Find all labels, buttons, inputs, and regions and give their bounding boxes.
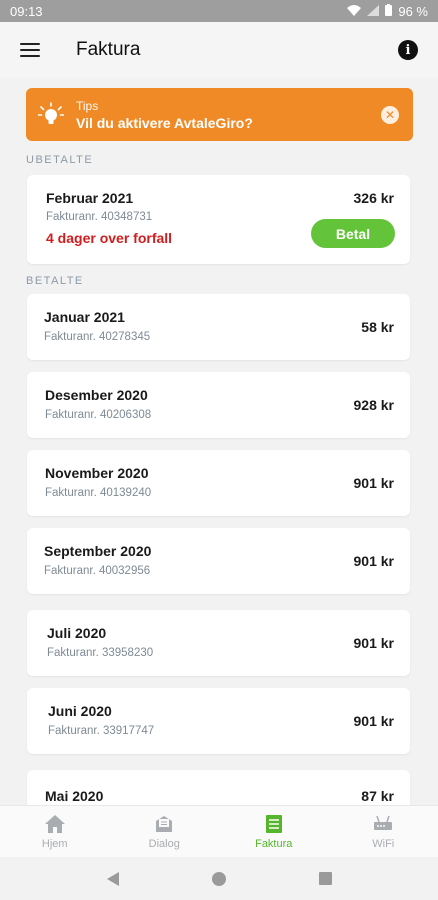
home-button-icon[interactable] [199,864,239,894]
invoice-icon [265,814,282,833]
invoice-number: Fakturanr. 40139240 [45,487,152,499]
recents-icon[interactable] [305,864,345,894]
bottom-navigation: Hjem Dialog Faktura WiFi [0,805,438,857]
wifi-signal-icon [347,4,362,19]
lightbulb-icon [38,101,64,124]
tips-label: Tips [76,98,99,113]
nav-item-home[interactable]: Hjem [0,806,110,857]
status-bar: 09:13 96 % [0,0,438,22]
invoice-month: Juni 2020 [48,703,112,719]
dialog-icon [156,815,173,832]
home-icon [44,814,65,833]
overdue-status: 4 dager over forfall [46,230,173,246]
nav-label: WiFi [372,837,395,850]
nav-item-dialog[interactable]: Dialog [110,806,220,857]
invoice-number: Fakturanr. 33917747 [48,725,155,737]
section-paid: BETALTE [26,275,84,287]
invoice-amount: 326 kr [353,190,394,206]
back-icon[interactable] [93,864,133,894]
cell-signal-icon [367,4,380,19]
pay-button[interactable]: Betal [311,219,395,248]
paid-invoice-card[interactable]: Juli 2020 Fakturanr. 33958230 901 kr [27,610,410,676]
menu-icon[interactable] [20,43,40,57]
invoice-number: Fakturanr. 33958230 [47,647,154,659]
invoice-amount: 901 kr [353,635,394,651]
invoice-month: Februar 2021 [46,190,134,206]
page-title: Faktura [76,39,141,60]
invoice-number: Fakturanr. 40278345 [44,331,151,343]
invoice-month: Januar 2021 [44,309,125,325]
invoice-number: Fakturanr. 40032956 [44,565,151,577]
paid-invoice-card[interactable]: Desember 2020 Fakturanr. 40206308 928 kr [27,372,410,438]
tips-message: Vil du aktivere AvtaleGiro? [76,114,253,131]
paid-invoice-card[interactable]: Juni 2020 Fakturanr. 33917747 901 kr [27,688,410,754]
invoice-month: Mai 2020 [45,788,104,804]
invoice-amount: 901 kr [353,475,394,491]
unpaid-invoice-card[interactable]: Februar 2021 Fakturanr. 40348731 326 kr … [27,175,410,264]
info-icon[interactable]: i [398,40,418,60]
invoice-amount: 901 kr [353,713,394,729]
invoice-month: November 2020 [45,465,149,481]
invoice-amount: 901 kr [353,553,394,569]
invoice-month: Juli 2020 [47,625,107,641]
nav-label: Hjem [41,837,68,850]
app-bar: Faktura i [0,22,438,78]
section-unpaid: UBETALTE [26,154,94,166]
paid-invoice-card[interactable]: November 2020 Fakturanr. 40139240 901 kr [27,450,410,516]
invoice-amount: 58 kr [361,319,394,335]
nav-label: Faktura [255,837,293,850]
invoice-list[interactable]: Tips Vil du aktivere AvtaleGiro? ✕ UBETA… [0,78,438,805]
battery-icon [385,3,393,19]
paid-invoice-card[interactable]: Mai 2020 87 kr [27,770,410,805]
battery-level: 96 % [398,3,428,19]
router-icon [374,815,393,830]
tips-banner[interactable]: Tips Vil du aktivere AvtaleGiro? ✕ [26,88,413,141]
paid-invoice-card[interactable]: Januar 2021 Fakturanr. 40278345 58 kr [27,294,410,360]
nav-item-faktura[interactable]: Faktura [219,806,329,857]
nav-label: Dialog [148,837,180,850]
nav-item-wifi[interactable]: WiFi [329,806,438,857]
invoice-number: Fakturanr. 40348731 [46,211,153,223]
paid-invoice-card[interactable]: September 2020 Fakturanr. 40032956 901 k… [27,528,410,594]
invoice-amount: 928 kr [353,397,394,413]
system-navigation-bar [0,857,438,900]
close-icon[interactable]: ✕ [381,105,399,124]
invoice-month: September 2020 [44,543,152,559]
invoice-amount: 87 kr [361,788,394,804]
invoice-number: Fakturanr. 40206308 [45,409,152,421]
invoice-month: Desember 2020 [45,387,148,403]
status-time: 09:13 [10,3,43,19]
